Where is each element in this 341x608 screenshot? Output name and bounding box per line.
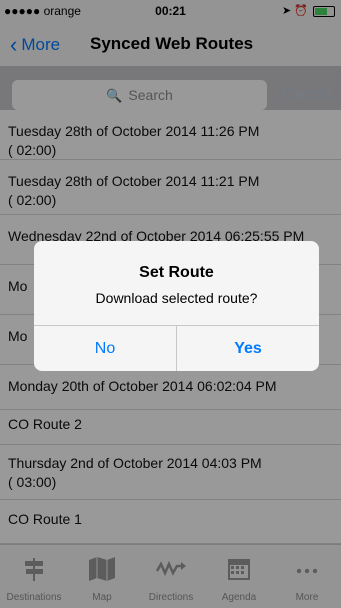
dialog-title: Set Route xyxy=(139,264,214,281)
phone-screen: ●●●●● orange 00:21 ➤ ⏰ ‹ More Synced Web … xyxy=(0,0,341,608)
dialog-message: Download selected route? xyxy=(95,290,258,306)
no-button[interactable]: No xyxy=(34,326,176,371)
set-route-dialog: Set Route Download selected route? No Ye… xyxy=(34,241,319,371)
yes-button[interactable]: Yes xyxy=(177,326,319,371)
